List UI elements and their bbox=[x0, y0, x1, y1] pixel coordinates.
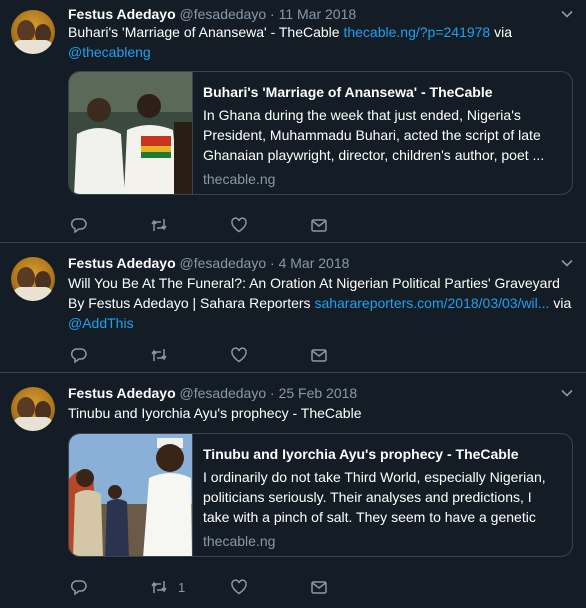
author-handle[interactable]: @fesadedayo bbox=[180, 6, 267, 22]
tweet-text: Will You Be At The Funeral?: An Oration … bbox=[68, 273, 573, 333]
card-description: I ordinarily do not take Third World, es… bbox=[203, 469, 546, 525]
author-handle[interactable]: @fesadedayo bbox=[180, 255, 267, 271]
card-photo bbox=[69, 72, 192, 194]
tweet-actions: 1 bbox=[68, 577, 368, 597]
like-button[interactable] bbox=[230, 215, 248, 235]
tweet-text: Tinubu and Iyorchia Ayu's prophecy - The… bbox=[68, 403, 573, 423]
separator-dot: · bbox=[270, 255, 275, 271]
envelope-icon bbox=[311, 349, 327, 362]
tweet-date[interactable]: 25 Feb 2018 bbox=[279, 385, 358, 401]
link-card[interactable]: Buhari's 'Marriage of Anansewa' - TheCab… bbox=[68, 71, 573, 195]
like-button[interactable] bbox=[230, 577, 248, 597]
avatar[interactable] bbox=[11, 257, 55, 301]
tweet-mention[interactable]: @AddThis bbox=[68, 315, 134, 331]
tweet-actions bbox=[68, 345, 368, 365]
separator-dot: · bbox=[270, 6, 275, 22]
card-title: Tinubu and Iyorchia Ayu's prophecy - The… bbox=[203, 446, 519, 462]
author-name[interactable]: Festus Adedayo bbox=[68, 255, 176, 271]
tweet-header: Festus Adedayo @fesadedayo · 11 Mar 2018 bbox=[68, 4, 356, 24]
retweet-icon bbox=[151, 581, 167, 593]
tweet-text-main: Buhari's 'Marriage of Anansewa' - TheCab… bbox=[68, 24, 344, 40]
envelope-icon bbox=[311, 581, 327, 594]
tweet-actions bbox=[68, 215, 368, 235]
tweet[interactable]: Festus Adedayo @fesadedayo · 25 Feb 2018… bbox=[0, 373, 586, 608]
chevron-down-icon bbox=[561, 389, 573, 397]
tweet-text-via: via bbox=[549, 295, 572, 311]
envelope-icon bbox=[311, 219, 327, 232]
avatar[interactable] bbox=[11, 10, 55, 54]
retweet-button[interactable] bbox=[150, 345, 178, 365]
heart-icon bbox=[231, 579, 247, 595]
card-title: Buhari's 'Marriage of Anansewa' - TheCab… bbox=[203, 84, 493, 100]
reply-icon bbox=[70, 218, 87, 234]
direct-message-button[interactable] bbox=[310, 345, 328, 365]
chevron-down-icon bbox=[561, 259, 573, 267]
heart-icon bbox=[231, 347, 247, 363]
tweet-text: Buhari's 'Marriage of Anansewa' - TheCab… bbox=[68, 22, 573, 62]
like-button[interactable] bbox=[230, 345, 248, 365]
tweet-header: Festus Adedayo @fesadedayo · 25 Feb 2018 bbox=[68, 383, 357, 403]
reply-icon bbox=[70, 348, 87, 364]
direct-message-button[interactable] bbox=[310, 577, 328, 597]
reply-button[interactable] bbox=[70, 577, 88, 597]
direct-message-button[interactable] bbox=[310, 215, 328, 235]
retweet-icon bbox=[151, 349, 167, 361]
card-domain: thecable.ng bbox=[203, 533, 276, 549]
tweet-mention[interactable]: @thecableng bbox=[68, 44, 151, 60]
reply-button[interactable] bbox=[70, 345, 88, 365]
author-name[interactable]: Festus Adedayo bbox=[68, 6, 176, 22]
tweet-menu-button[interactable] bbox=[559, 6, 575, 22]
tweet-menu-button[interactable] bbox=[559, 385, 575, 401]
reply-icon bbox=[70, 580, 87, 596]
tweet-text-via: via bbox=[490, 24, 513, 40]
avatar[interactable] bbox=[11, 387, 55, 431]
tweet-header: Festus Adedayo @fesadedayo · 4 Mar 2018 bbox=[68, 253, 349, 273]
retweet-button[interactable]: 1 bbox=[150, 577, 185, 597]
tweet[interactable]: Festus Adedayo @fesadedayo · 4 Mar 2018 … bbox=[0, 243, 586, 373]
card-photo bbox=[69, 434, 192, 556]
tweet-menu-button[interactable] bbox=[559, 255, 575, 271]
tweet-link[interactable]: saharareporters.com/2018/03/03/wil... bbox=[314, 295, 549, 311]
reply-button[interactable] bbox=[70, 215, 88, 235]
tweet-date[interactable]: 4 Mar 2018 bbox=[279, 255, 350, 271]
card-domain: thecable.ng bbox=[203, 171, 276, 187]
retweet-button[interactable] bbox=[150, 215, 178, 235]
card-thumbnail bbox=[69, 72, 193, 194]
tweet-date[interactable]: 11 Mar 2018 bbox=[279, 6, 357, 22]
author-handle[interactable]: @fesadedayo bbox=[180, 385, 267, 401]
link-card[interactable]: Tinubu and Iyorchia Ayu's prophecy - The… bbox=[68, 433, 573, 557]
tweet-text-main: Tinubu and Iyorchia Ayu's prophecy - The… bbox=[68, 405, 362, 421]
tweet[interactable]: Festus Adedayo @fesadedayo · 11 Mar 2018… bbox=[0, 0, 586, 243]
card-thumbnail bbox=[69, 434, 193, 556]
heart-icon bbox=[231, 217, 247, 233]
separator-dot: · bbox=[270, 385, 275, 401]
retweet-icon bbox=[151, 219, 167, 231]
author-name[interactable]: Festus Adedayo bbox=[68, 385, 176, 401]
chevron-down-icon bbox=[561, 10, 573, 18]
tweet-link[interactable]: thecable.ng/?p=241978 bbox=[343, 24, 490, 40]
card-description: In Ghana during the week that just ended… bbox=[203, 107, 545, 163]
retweet-count: 1 bbox=[178, 579, 186, 595]
